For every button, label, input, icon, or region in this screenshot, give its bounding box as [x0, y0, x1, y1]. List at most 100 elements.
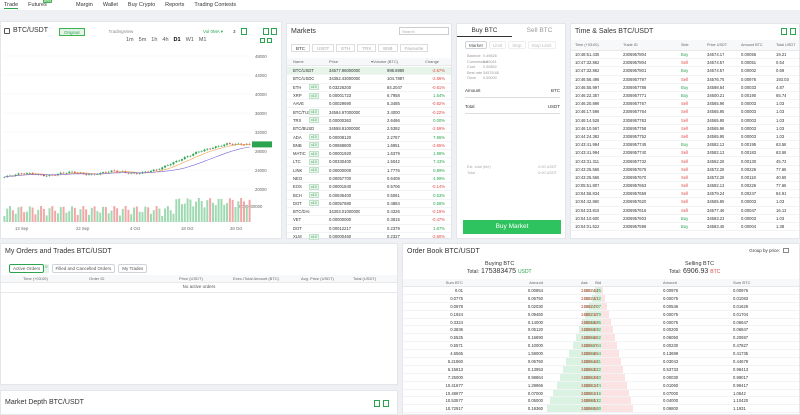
- orders-tab-2[interactable]: My Trades: [118, 264, 148, 273]
- selling-label: Selling BTC: [685, 261, 715, 267]
- markets-col-3[interactable]: Change: [425, 59, 439, 64]
- trade-cell: 0.00976: [741, 76, 757, 82]
- orderbook-row[interactable]: 10.41677 1.29966 34561.74 34588.34 0.01060 0.…: [403, 381, 799, 390]
- depth-expand-icon[interactable]: [374, 400, 380, 407]
- orderbook-row[interactable]: 4.6565 1.59000 34566.54 34586.85 0.13699 0.41…: [403, 350, 799, 359]
- market-row[interactable]: BTC/USDC 34352.43000000 104.7897 -2.86%: [287, 75, 451, 84]
- trade-cell: 34574.57: [707, 60, 725, 66]
- market-row[interactable]: NEO 0.00057700 0.6408 4.99%: [287, 175, 451, 184]
- market-row[interactable]: BTC/TUSD x10 34584.97000000 3.4000 -0.22%: [287, 108, 451, 117]
- nav-trading-contests[interactable]: Trading Contests: [194, 2, 236, 8]
- markets-search-input[interactable]: Search: [399, 27, 449, 35]
- volume-bar: [226, 203, 229, 222]
- group-select-icon[interactable]: [783, 248, 789, 253]
- timeframe-w1[interactable]: W1: [186, 37, 194, 43]
- order-type-stop-limit[interactable]: Stop Limit: [527, 41, 556, 49]
- market-row[interactable]: AAVE 0.00029690 5.3485 -0.82%: [287, 100, 451, 109]
- timeframe-5m[interactable]: 5m: [139, 37, 147, 43]
- close-icon[interactable]: [271, 28, 277, 35]
- orderbook-row[interactable]: 0.1924 0.09460 34571.79 34583.80 0.00075 0.01…: [403, 310, 799, 319]
- orderbook-row[interactable]: 10.72917 0.19360 34560.00 34589.52 0.06800 1.…: [403, 405, 799, 414]
- market-row[interactable]: MATIC x10 0.00001920 1.6379 1.98%: [287, 150, 451, 159]
- tab-tradingview[interactable]: TradingView: [105, 28, 138, 36]
- zoom-out-icon[interactable]: [260, 38, 265, 43]
- trade-cell: 65.74: [776, 93, 787, 99]
- filter-btc[interactable]: BTC: [291, 44, 310, 52]
- market-row[interactable]: DOT x10 0.00057680 0.4884 0.58%: [287, 200, 451, 209]
- orderbook-row[interactable]: 0.5525 0.16890 34566.62 34586.80 0.06050 0.20…: [403, 334, 799, 343]
- tab-original[interactable]: Original: [59, 28, 85, 36]
- orderbook-row[interactable]: 0.0775 0.06750 34574.22 34583.67 0.00075 0.01…: [403, 294, 799, 303]
- filter-usdt[interactable]: USDT: [312, 44, 335, 52]
- market-row[interactable]: BTC/DAI 34303.01000000 0.4326 -0.19%: [287, 208, 451, 217]
- nav-reports[interactable]: Reports: [165, 2, 184, 8]
- market-row[interactable]: XLM x10 0.00000460 0.2327 -2.60%: [287, 233, 451, 242]
- market-row[interactable]: VET 0.00000000 0.3815 -0.47%: [287, 216, 451, 225]
- volume-bar: [161, 215, 164, 222]
- markets-col-0[interactable]: Name: [293, 59, 304, 64]
- timeframe-4h[interactable]: 4h: [162, 37, 168, 43]
- orderbook-row[interactable]: 0.01 0.00854 34574.25 34583.04 0.00976 0.0097…: [403, 287, 799, 295]
- markets-col-2[interactable]: ▾Volume (BTC): [371, 59, 398, 64]
- market-row[interactable]: TRX x10 0.00000363 2.6466 0.00%: [287, 117, 451, 126]
- amount-field[interactable]: Amount BTC: [465, 88, 560, 98]
- candle-body: [164, 165, 167, 168]
- nav-trade[interactable]: Trade: [4, 2, 19, 9]
- orderbook-row[interactable]: 5.21860 0.06750 34564.41 34586.66 0.03043 0.4…: [403, 358, 799, 366]
- timeframe-1h[interactable]: 1h: [151, 37, 157, 43]
- filter-favourite[interactable]: Favourite: [399, 44, 429, 52]
- orderbook-row[interactable]: 0.0978 0.02030 34574.07 34583.70 0.00546 0.01…: [403, 302, 799, 311]
- orderbook-row[interactable]: 0.3836 0.05120 34566.92 34586.01 0.00200 0.06…: [403, 326, 799, 335]
- buy-market-button[interactable]: Buy Market: [463, 220, 561, 234]
- orderbook-row[interactable]: 0.3324 0.14000 34568.85 34584.62 0.00076 0.06…: [403, 318, 799, 327]
- nav-wallet[interactable]: Wallet: [103, 2, 118, 8]
- market-row[interactable]: DOT 0.00012217 0.2379 1.67%: [287, 225, 451, 233]
- candlestick-chart[interactable]: 48000 44000 40000 36000 32000 28000 24000 20000…: [3, 46, 279, 236]
- total-field[interactable]: Total USDT: [465, 104, 560, 114]
- timeframe-d1[interactable]: D1: [174, 37, 181, 43]
- orderbook-row[interactable]: 7.25000 0.98864 34562.40 34586.86 0.00030 0.9…: [403, 373, 799, 382]
- timeframe-m1[interactable]: M1: [199, 37, 207, 43]
- settings-icon[interactable]: [241, 28, 247, 35]
- market-price: 0.00001723: [329, 93, 352, 99]
- market-row[interactable]: BNB x10 0.00868800 1.6951 -2.65%: [287, 142, 451, 150]
- market-row[interactable]: LINK x10 0.00000000 1.7776 0.89%: [287, 167, 451, 175]
- market-row[interactable]: XRP x10 0.00001723 6.7958 1.54%: [287, 92, 451, 101]
- order-type-stop[interactable]: Stop: [508, 41, 526, 49]
- orders-tab-1[interactable]: Filled and Cancelled Orders: [51, 264, 116, 273]
- fullscreen-icon[interactable]: [263, 28, 269, 35]
- market-row[interactable]: BCH x10 0.00936400 0.5061 0.53%: [287, 191, 451, 200]
- orders-tab-0[interactable]: Active Orders: [9, 264, 45, 273]
- depth-close-icon[interactable]: [383, 400, 389, 407]
- zoom-in-icon[interactable]: [267, 38, 272, 43]
- orderbook-row[interactable]: 10.53577 0.05000 34560.22 34589.51 0.04000 1.…: [403, 397, 799, 406]
- market-row[interactable]: LTC x10 0.00330400 1.5042 7.43%: [287, 158, 451, 167]
- market-row[interactable]: EOS x10 0.00001840 0.5706 -0.14%: [287, 183, 451, 192]
- filter-eth[interactable]: ETH: [336, 44, 356, 52]
- volume-bar: [45, 215, 48, 222]
- markets-col-1[interactable]: Price: [329, 59, 338, 64]
- period-select[interactable]: 3: [233, 29, 236, 34]
- market-price: 0.00868800: [329, 142, 352, 148]
- order-type-limit[interactable]: Limit: [488, 41, 507, 49]
- sell-tab[interactable]: Sell BTC: [512, 24, 567, 37]
- tsales-close-icon[interactable]: [790, 28, 796, 35]
- nav-margin[interactable]: Margin: [76, 2, 93, 8]
- tsales-expand-icon[interactable]: [781, 28, 787, 35]
- orderbook-row[interactable]: 6.15813 0.13953 34563.22 34586.82 0.53733 0.9…: [403, 365, 799, 374]
- buy-tab[interactable]: Buy BTC: [457, 24, 512, 37]
- orderbook-cell: 0.00076: [663, 319, 679, 325]
- orderbook-row[interactable]: 0.5571 0.10000 34566.04 34586.70 0.00230 0.47…: [403, 342, 799, 351]
- nav-buy-crypto[interactable]: Buy Crypto: [128, 2, 155, 8]
- market-row[interactable]: BTC/BUSD 34558.81000000 2.5392 -2.59%: [287, 125, 451, 134]
- timeframe-1m[interactable]: 1m: [126, 37, 134, 43]
- indicator-select[interactable]: Vol 0MA ▾: [203, 29, 223, 35]
- order-type-market[interactable]: Market: [465, 41, 487, 49]
- market-row[interactable]: ETH x10 0.03226200 84.2047 -0.61%: [287, 84, 451, 92]
- orderbook-cell: 0.5525: [450, 335, 463, 341]
- filter-trx[interactable]: TRX: [357, 44, 377, 52]
- market-row[interactable]: BTC/USDT 34577.96000000 998.6989 -2.67%: [287, 67, 451, 76]
- market-row[interactable]: ADA x10 0.00008120 2.2767 7.96%: [287, 133, 451, 142]
- filter-bnb[interactable]: BNB: [378, 44, 398, 52]
- orderbook-row[interactable]: 10.48677 0.07000 34561.16 34588.91 0.07000 1.…: [403, 389, 799, 398]
